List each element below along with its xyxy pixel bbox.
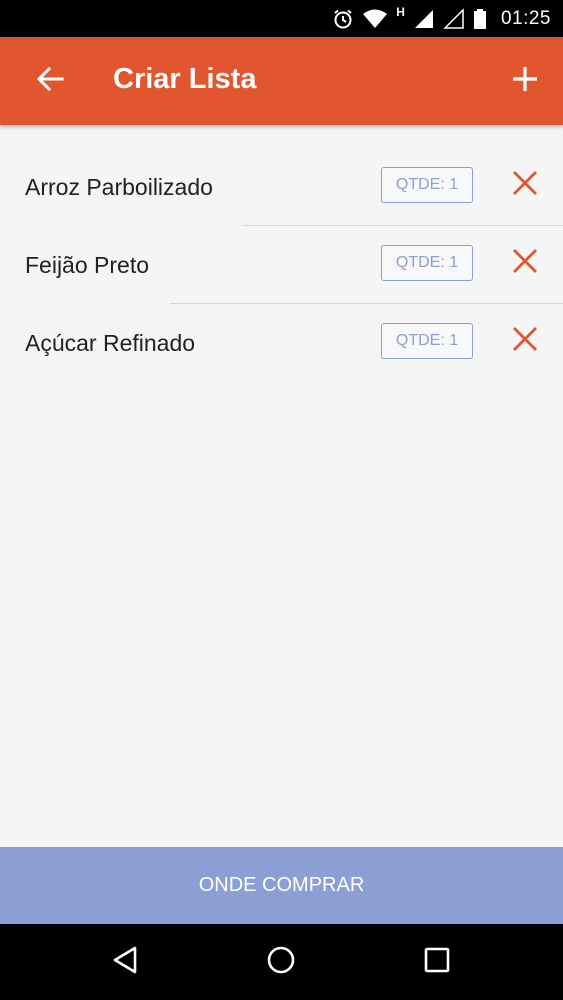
status-icons: H 01:25 bbox=[332, 0, 551, 37]
shopping-list: Arroz Parboilizado QTDE: 1 Feijão Preto … bbox=[0, 148, 563, 382]
close-icon bbox=[512, 248, 538, 279]
item-name: Feijão Preto bbox=[25, 252, 150, 278]
where-to-buy-button[interactable]: ONDE COMPRAR bbox=[0, 847, 563, 924]
nav-home-button[interactable] bbox=[261, 942, 301, 982]
close-icon bbox=[512, 170, 538, 201]
app-bar: Criar Lista bbox=[0, 37, 563, 125]
quantity-button[interactable]: QTDE: 1 bbox=[381, 167, 473, 203]
close-icon bbox=[512, 326, 538, 357]
list-item: Açúcar Refinado QTDE: 1 bbox=[0, 304, 563, 382]
nav-recents-button[interactable] bbox=[417, 942, 457, 982]
remove-item-button[interactable] bbox=[508, 168, 542, 202]
list-item: Arroz Parboilizado QTDE: 1 bbox=[0, 148, 563, 226]
recents-square-icon bbox=[423, 946, 451, 979]
status-bar: H 01:25 bbox=[0, 0, 563, 37]
battery-icon bbox=[473, 8, 487, 30]
back-button[interactable] bbox=[30, 61, 70, 101]
signal-empty-icon bbox=[443, 7, 465, 30]
quantity-button[interactable]: QTDE: 1 bbox=[381, 323, 473, 359]
arrow-back-icon bbox=[36, 65, 64, 98]
signal-icon bbox=[413, 8, 435, 30]
network-type-label: H bbox=[396, 5, 405, 19]
nav-back-button[interactable] bbox=[105, 942, 145, 982]
item-name: Arroz Parboilizado bbox=[25, 174, 213, 200]
status-time: 01:25 bbox=[500, 7, 551, 29]
wifi-icon bbox=[362, 8, 388, 30]
page-title: Criar Lista bbox=[113, 63, 257, 95]
plus-icon bbox=[511, 65, 539, 98]
alarm-icon bbox=[332, 8, 354, 30]
system-nav-bar bbox=[0, 924, 563, 1000]
back-triangle-icon bbox=[111, 945, 139, 980]
remove-item-button[interactable] bbox=[508, 324, 542, 358]
item-name: Açúcar Refinado bbox=[25, 330, 196, 356]
quantity-button[interactable]: QTDE: 1 bbox=[381, 245, 473, 281]
remove-item-button[interactable] bbox=[508, 246, 542, 280]
list-item: Feijão Preto QTDE: 1 bbox=[0, 226, 563, 304]
home-circle-icon bbox=[266, 945, 296, 980]
add-item-button[interactable] bbox=[503, 59, 547, 103]
